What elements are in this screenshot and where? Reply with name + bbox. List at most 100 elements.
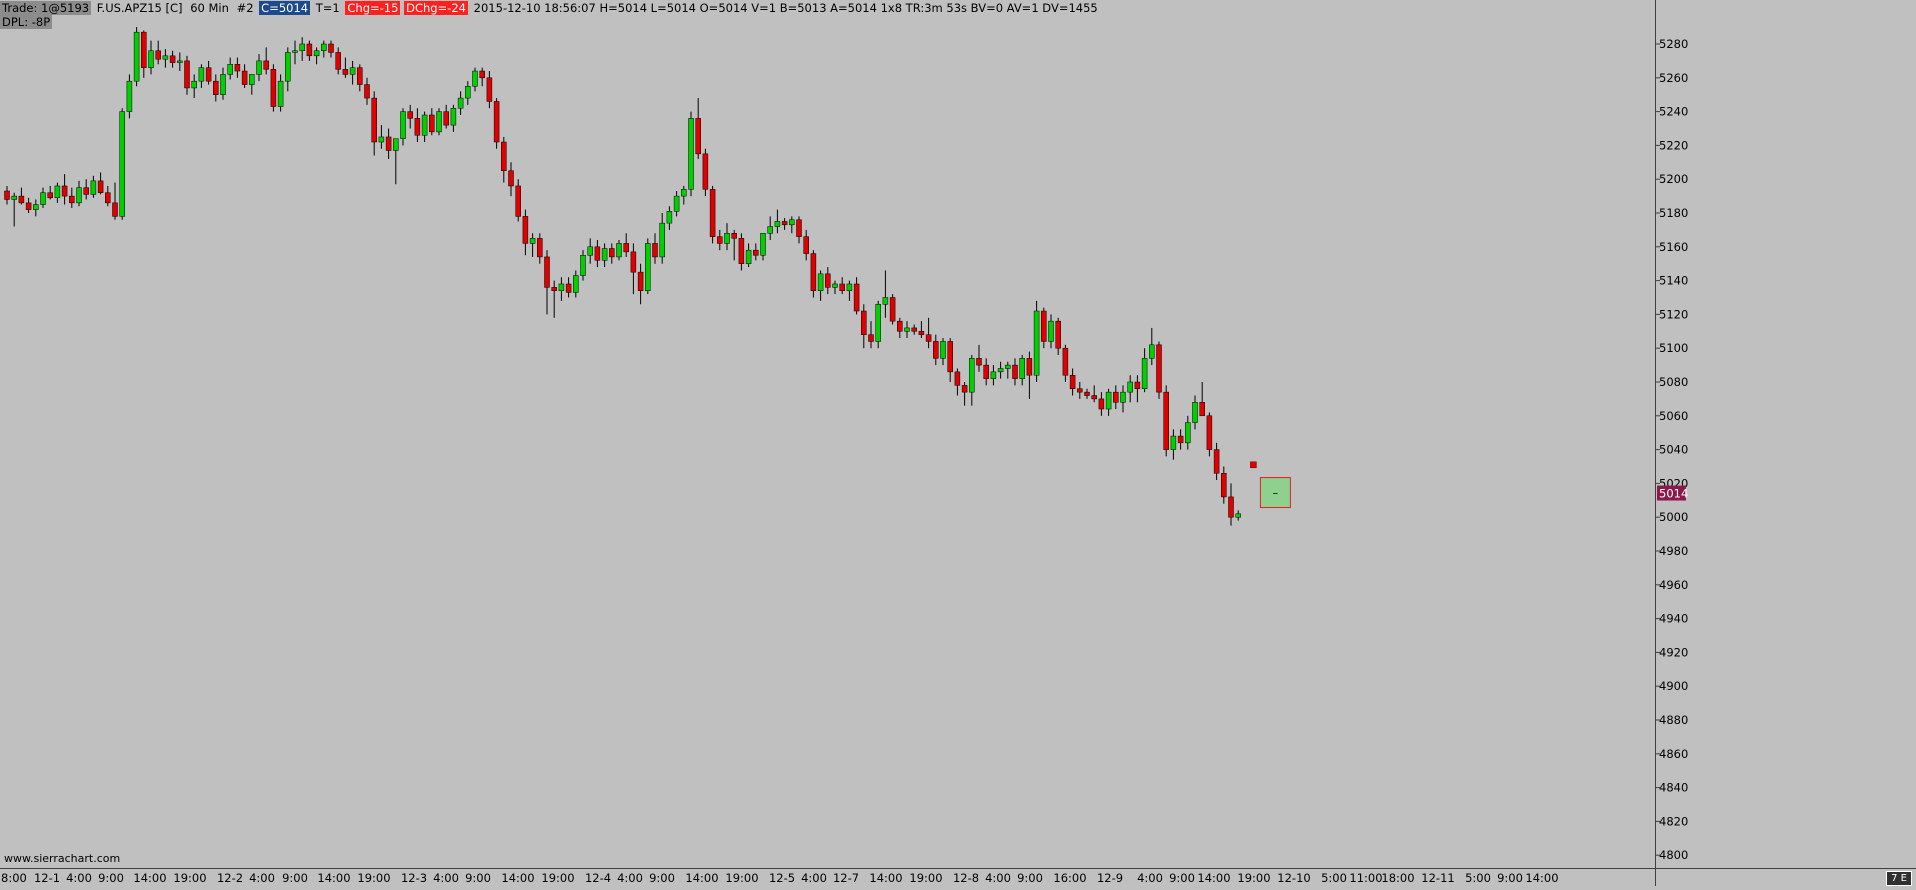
candle[interactable] [141, 30, 147, 78]
candle[interactable] [1170, 429, 1177, 460]
candle[interactable] [198, 64, 205, 88]
candle[interactable] [321, 40, 327, 58]
candle[interactable] [18, 187, 25, 205]
candle[interactable] [1091, 385, 1097, 403]
candle[interactable] [933, 334, 939, 366]
candle[interactable] [299, 37, 305, 61]
candle[interactable] [508, 162, 514, 197]
candle[interactable] [580, 250, 586, 281]
candle[interactable] [270, 64, 277, 112]
current-bar-box[interactable]: – [1259, 477, 1291, 509]
candle[interactable] [1041, 307, 1047, 349]
candle[interactable] [1069, 368, 1076, 396]
candle[interactable] [256, 54, 262, 82]
candle[interactable] [479, 67, 485, 87]
candle[interactable] [1192, 395, 1198, 430]
candle[interactable] [659, 213, 665, 264]
candle[interactable] [1185, 415, 1191, 450]
candle[interactable] [1127, 375, 1133, 403]
candle[interactable] [637, 263, 644, 305]
candle[interactable] [1105, 388, 1112, 416]
candle[interactable] [97, 172, 104, 195]
candle[interactable] [69, 187, 75, 208]
candle[interactable] [4, 185, 10, 205]
candle[interactable] [393, 138, 399, 185]
candle[interactable] [565, 277, 572, 298]
candle[interactable] [126, 74, 133, 119]
candle[interactable] [1055, 317, 1061, 355]
candle[interactable] [1084, 388, 1090, 399]
candle[interactable] [875, 300, 881, 349]
candle[interactable] [551, 280, 557, 318]
candle[interactable] [918, 321, 925, 339]
candle[interactable] [781, 218, 788, 230]
candle[interactable] [1199, 382, 1205, 417]
candle[interactable] [1005, 361, 1011, 379]
candle[interactable] [760, 233, 766, 261]
candle[interactable] [796, 216, 802, 244]
candle[interactable] [904, 321, 910, 339]
candle[interactable] [436, 108, 442, 136]
candle[interactable] [681, 185, 687, 205]
candle[interactable] [457, 91, 464, 115]
candle[interactable] [263, 47, 269, 75]
candle[interactable] [1156, 341, 1162, 399]
candle[interactable] [767, 216, 773, 241]
candle[interactable] [249, 74, 255, 95]
candle[interactable] [177, 52, 183, 72]
candle[interactable] [1206, 412, 1213, 457]
candle[interactable] [753, 243, 759, 261]
candle[interactable] [947, 338, 953, 382]
candle[interactable] [789, 216, 795, 234]
candle[interactable] [803, 229, 809, 261]
candle[interactable] [1098, 392, 1105, 416]
candle[interactable] [76, 180, 82, 207]
candle[interactable] [1048, 314, 1054, 349]
candle[interactable] [587, 238, 593, 264]
time-axis-scale[interactable]: 8:00 12-1 4:00 9:00 14:00 19:00 12-2 4:00 9:00 14… [0, 869, 1655, 887]
candle[interactable] [313, 47, 320, 65]
candle[interactable] [940, 338, 946, 366]
candle[interactable] [105, 185, 111, 207]
candle[interactable] [594, 240, 601, 268]
candle[interactable] [745, 243, 752, 268]
candle[interactable] [1141, 348, 1148, 393]
candle[interactable] [1113, 385, 1119, 410]
candle[interactable] [385, 128, 392, 159]
candle[interactable] [695, 98, 701, 159]
candle[interactable] [666, 206, 673, 230]
candle[interactable] [1221, 466, 1227, 504]
candle[interactable] [90, 175, 97, 198]
candle[interactable] [846, 280, 853, 301]
candle[interactable] [501, 136, 507, 183]
candle[interactable] [558, 277, 565, 301]
candle[interactable] [148, 40, 154, 75]
candle[interactable] [1149, 327, 1155, 366]
corner-label[interactable]: 7 E [1886, 871, 1912, 886]
candle[interactable] [429, 108, 435, 136]
candle[interactable] [976, 344, 982, 372]
candle[interactable] [33, 199, 39, 217]
candle[interactable] [868, 321, 874, 349]
candle[interactable] [839, 277, 845, 295]
candle[interactable] [990, 365, 997, 386]
candle[interactable] [673, 191, 680, 217]
candle[interactable] [220, 67, 226, 100]
candle[interactable] [234, 57, 241, 78]
candle[interactable] [522, 209, 529, 256]
candle[interactable] [213, 74, 219, 102]
candle[interactable] [472, 67, 478, 92]
candle[interactable] [292, 40, 298, 65]
candle[interactable] [47, 185, 53, 200]
candle[interactable] [61, 174, 68, 205]
candle[interactable] [349, 60, 356, 85]
candle[interactable] [911, 324, 917, 335]
candle[interactable] [1012, 358, 1018, 386]
candle[interactable] [342, 57, 349, 78]
candle[interactable] [544, 250, 550, 315]
candle[interactable] [954, 368, 961, 396]
candle[interactable] [515, 179, 521, 222]
candle[interactable] [371, 91, 377, 156]
candle[interactable] [407, 104, 413, 129]
candle[interactable] [738, 233, 745, 271]
